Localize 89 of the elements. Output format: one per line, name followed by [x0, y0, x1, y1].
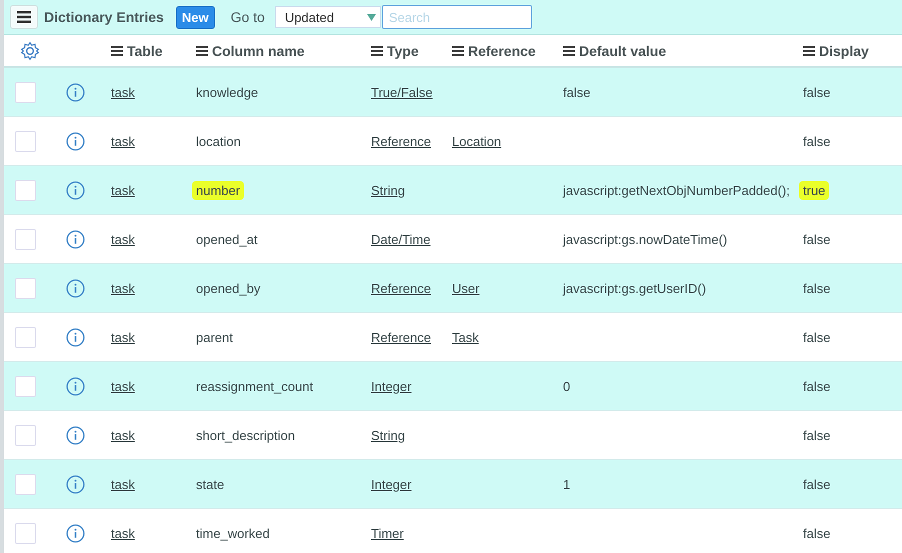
default-value: javascript:getNextObjNumberPadded(); — [563, 182, 790, 198]
default-value: javascript:gs.getUserID() — [563, 280, 706, 296]
table-link[interactable]: task — [111, 428, 135, 442]
page-title: Dictionary Entries — [44, 9, 164, 25]
referenced-table-link[interactable]: Location — [452, 134, 502, 148]
list-icon — [371, 46, 383, 56]
info-icon[interactable] — [66, 376, 85, 396]
list-icon — [803, 46, 815, 56]
display-value: false — [803, 84, 830, 100]
column-header[interactable]: Reference — [452, 42, 563, 58]
column-header[interactable]: Table — [111, 42, 196, 58]
info-icon[interactable] — [66, 132, 85, 150]
column-name: time_worked — [196, 526, 270, 540]
type-link[interactable]: Reference — [371, 330, 431, 344]
display-value: false — [803, 476, 830, 492]
display-value: false — [803, 134, 830, 148]
type-link[interactable]: Integer — [371, 476, 412, 492]
type-link[interactable]: Date/Time — [371, 232, 430, 246]
table-link[interactable]: task — [111, 84, 135, 100]
column-name: short_description — [196, 428, 295, 442]
column-name: reassignment_count — [196, 378, 314, 394]
column-header[interactable]: Column name — [196, 42, 371, 58]
table-link[interactable]: task — [111, 378, 135, 394]
row-checkbox[interactable] — [15, 522, 36, 544]
row-checkbox[interactable] — [15, 376, 36, 396]
caret-icon — [366, 14, 376, 20]
display-value: false — [803, 378, 830, 394]
row-checkbox[interactable] — [15, 326, 36, 348]
table-link[interactable]: task — [111, 182, 135, 198]
column-name: opened_by — [196, 280, 260, 296]
type-link[interactable]: Reference — [371, 134, 431, 148]
settings-icon[interactable] — [20, 40, 40, 60]
column-name: opened_at — [196, 232, 258, 246]
column-name: number — [192, 180, 244, 200]
row-checkbox[interactable] — [15, 82, 36, 102]
goto-select[interactable]: Updated — [274, 6, 381, 28]
column-name: knowledge — [196, 84, 258, 100]
default-value: 0 — [563, 378, 570, 394]
type-link[interactable]: True/False — [371, 84, 433, 100]
info-icon[interactable] — [66, 328, 85, 346]
type-link[interactable]: String — [371, 428, 405, 442]
info-icon[interactable] — [66, 230, 85, 248]
row-checkbox[interactable] — [15, 278, 36, 298]
display-value: false — [803, 526, 830, 540]
referenced-table-link[interactable]: Task — [452, 330, 479, 344]
column-name: parent — [196, 330, 233, 344]
table-link[interactable]: task — [111, 134, 135, 148]
search-field[interactable]: Search — [382, 5, 532, 29]
info-icon[interactable] — [66, 278, 85, 298]
display-value: false — [803, 330, 830, 344]
info-icon[interactable] — [66, 426, 85, 444]
column-header[interactable]: Display — [803, 42, 902, 58]
table-link[interactable]: task — [111, 476, 135, 492]
type-link[interactable]: Timer — [371, 526, 404, 540]
row-checkbox[interactable] — [15, 130, 36, 152]
list-icon — [111, 46, 123, 56]
display-value: true — [799, 180, 830, 200]
table-link[interactable]: task — [111, 330, 135, 344]
type-link[interactable]: String — [371, 182, 405, 198]
info-icon[interactable] — [66, 474, 85, 494]
list-icon — [196, 46, 208, 56]
type-link[interactable]: Reference — [371, 280, 431, 296]
column-header[interactable]: Type — [371, 42, 452, 58]
column-name: location — [196, 134, 241, 148]
info-icon[interactable] — [66, 524, 85, 542]
list-icon — [563, 46, 575, 56]
default-value: 1 — [563, 476, 570, 492]
referenced-table-link[interactable]: User — [452, 280, 480, 296]
column-header[interactable]: Default value — [563, 42, 803, 58]
row-checkbox[interactable] — [15, 180, 36, 200]
table-link[interactable]: task — [111, 232, 135, 246]
default-value: false — [563, 84, 590, 100]
table-link[interactable]: task — [111, 280, 135, 296]
row-checkbox[interactable] — [15, 424, 36, 446]
table-link[interactable]: task — [111, 526, 135, 540]
menu-icon — [17, 11, 31, 23]
menu-button[interactable] — [10, 5, 38, 29]
display-value: false — [803, 232, 830, 246]
display-value: false — [803, 280, 830, 296]
row-checkbox[interactable] — [15, 474, 36, 494]
column-name: state — [196, 476, 224, 492]
info-icon[interactable] — [66, 180, 85, 200]
goto-label: Go to — [230, 9, 265, 25]
list-icon — [452, 46, 464, 56]
default-value: javascript:gs.nowDateTime() — [563, 232, 728, 246]
info-icon[interactable] — [66, 82, 85, 102]
type-link[interactable]: Integer — [371, 378, 412, 394]
display-value: false — [803, 428, 830, 442]
row-checkbox[interactable] — [15, 228, 36, 250]
